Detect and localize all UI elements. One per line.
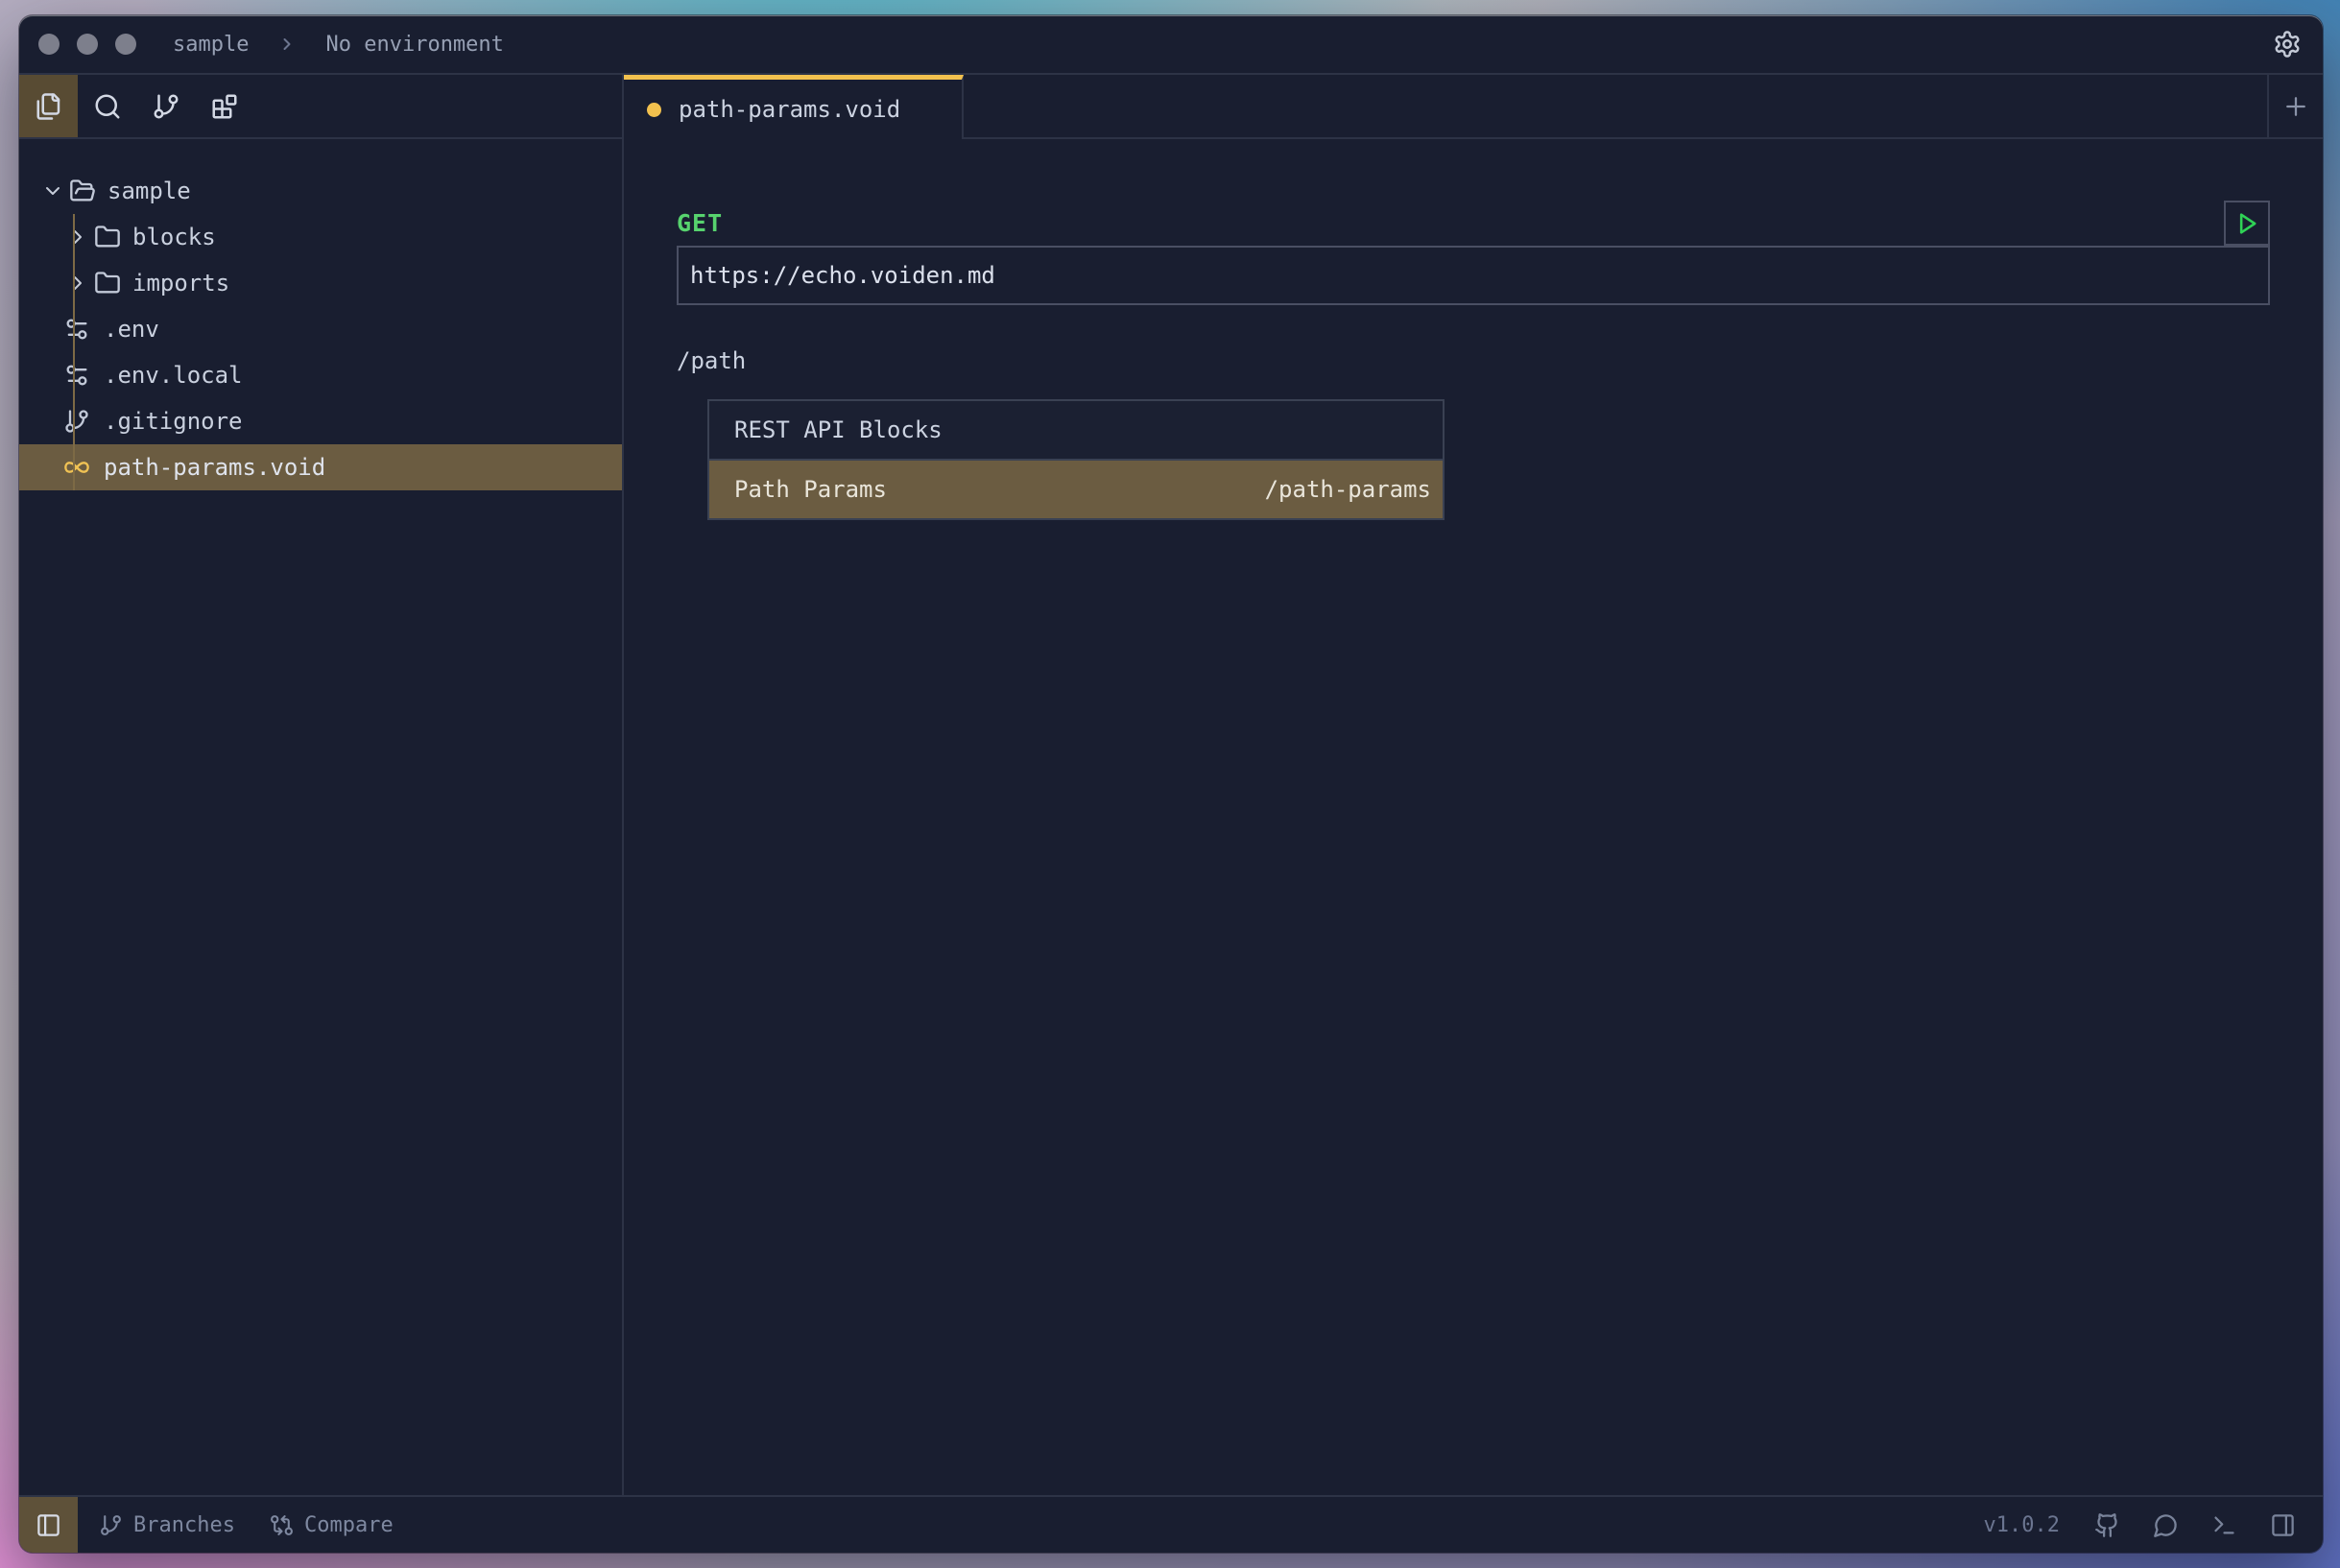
gear-icon [2273, 30, 2302, 59]
branches-label: Branches [133, 1513, 235, 1537]
chevron-right-icon [277, 35, 297, 54]
git-compare-icon [270, 1513, 294, 1537]
tree-item-label: imports [132, 270, 229, 297]
blocks-panel-button[interactable] [195, 75, 253, 137]
search-panel-button[interactable] [78, 75, 136, 137]
chevron-right-icon [65, 226, 90, 249]
tab-path-params-void[interactable]: path-params.void [624, 75, 964, 139]
tree-item-label: .env [104, 316, 159, 343]
modified-dot-icon [647, 103, 661, 117]
panel-left-icon [36, 1512, 61, 1538]
rest-api-blocks-panel: REST API Blocks Path Params /path-params [707, 399, 1445, 520]
status-bar: Branches Compare v1.0.2 [19, 1495, 2323, 1553]
blocks-panel-row-path-params[interactable]: Path Params /path-params [709, 461, 1443, 518]
http-method-label[interactable]: GET [677, 209, 723, 237]
tree-item-blocks[interactable]: blocks [19, 214, 622, 260]
desktop-background: sample No environment [0, 0, 2340, 1568]
tree-item-path-params-void[interactable]: path-params.void [19, 444, 622, 490]
project-name[interactable]: sample [173, 33, 249, 57]
github-icon [2094, 1512, 2120, 1538]
tree-item-sample[interactable]: sample [19, 168, 622, 214]
file-tree: sample blocks [19, 139, 622, 1495]
new-tab-button[interactable] [2267, 75, 2323, 139]
git-branch-icon [152, 92, 180, 121]
folder-open-icon [69, 178, 96, 204]
tab-title: path-params.void [679, 96, 900, 123]
tree-item-label: .env.local [104, 362, 243, 389]
branches-button[interactable]: Branches [99, 1513, 235, 1537]
tree-item-gitignore[interactable]: .gitignore [19, 398, 622, 444]
sidebar: sample blocks [19, 75, 624, 1495]
compare-label: Compare [304, 1513, 394, 1537]
plus-icon [2281, 92, 2310, 121]
tree-item-label: blocks [132, 224, 216, 250]
block-name: Path Params [734, 476, 887, 503]
close-window-button[interactable] [38, 34, 60, 55]
chevron-down-icon [40, 179, 65, 202]
zoom-window-button[interactable] [115, 34, 136, 55]
app-version: v1.0.2 [1984, 1513, 2060, 1537]
files-icon [35, 92, 63, 121]
blocks-panel-header: REST API Blocks [709, 401, 1443, 461]
window-controls [19, 34, 136, 55]
editor-pane: path-params.void GET [624, 75, 2323, 1495]
tree-item-label: sample [107, 178, 191, 204]
tree-item-imports[interactable]: imports [19, 260, 622, 306]
blocks-icon [210, 92, 239, 121]
breadcrumb: sample No environment [173, 33, 504, 57]
toggle-sidebar-button[interactable] [19, 1497, 78, 1553]
document-area: GET https://echo.voiden.md /path REST AP… [624, 139, 2323, 1495]
panel-right-icon [2270, 1512, 2296, 1538]
folder-icon [94, 270, 121, 297]
feedback-button[interactable] [2153, 1512, 2179, 1538]
tab-bar-spacer [964, 75, 2267, 139]
sidebar-toolbar [19, 75, 622, 139]
run-request-button[interactable] [2224, 201, 2270, 246]
tree-item-label: .gitignore [104, 408, 243, 435]
title-bar: sample No environment [19, 15, 2323, 75]
compare-button[interactable]: Compare [270, 1513, 394, 1537]
main-area: sample blocks [19, 75, 2323, 1495]
path-label: /path [677, 347, 2270, 374]
files-panel-button[interactable] [19, 75, 78, 137]
settings-button[interactable] [2273, 30, 2302, 59]
tab-bar: path-params.void [624, 75, 2323, 139]
terminal-icon [2211, 1512, 2237, 1538]
git-branch-icon [63, 408, 90, 435]
settings-sliders-icon [63, 316, 90, 343]
block-route: /path-params [1265, 476, 1431, 503]
app-window: sample No environment [19, 15, 2323, 1553]
tree-item-env-local[interactable]: .env.local [19, 352, 622, 398]
minimize-window-button[interactable] [77, 34, 98, 55]
indent-guide [73, 214, 75, 490]
play-icon [2233, 210, 2260, 237]
toggle-right-panel-button[interactable] [2270, 1512, 2296, 1538]
request-row: GET [677, 201, 2270, 246]
terminal-button[interactable] [2211, 1512, 2237, 1538]
infinity-icon [63, 454, 90, 481]
url-input[interactable]: https://echo.voiden.md [677, 246, 2270, 305]
git-panel-button[interactable] [136, 75, 195, 137]
github-button[interactable] [2094, 1512, 2120, 1538]
settings-sliders-icon [63, 362, 90, 389]
folder-icon [94, 224, 121, 250]
environment-selector[interactable]: No environment [325, 33, 503, 57]
chat-bubble-icon [2153, 1512, 2179, 1538]
search-icon [93, 92, 122, 121]
git-branch-icon [99, 1513, 123, 1537]
url-value: https://echo.voiden.md [690, 262, 995, 289]
tree-item-env[interactable]: .env [19, 306, 622, 352]
tree-item-label: path-params.void [104, 454, 325, 481]
chevron-right-icon [65, 272, 90, 295]
